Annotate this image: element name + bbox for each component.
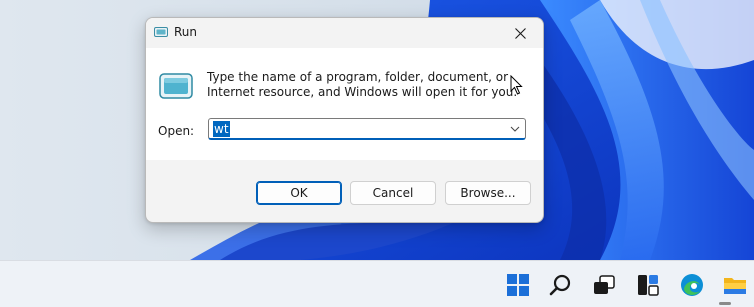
widgets-button[interactable] <box>633 270 663 300</box>
start-button[interactable] <box>503 270 533 300</box>
run-icon <box>159 73 193 99</box>
edge-icon <box>681 274 703 296</box>
dialog-body: Type the name of a program, folder, docu… <box>146 48 543 160</box>
open-label: Open: <box>158 124 195 138</box>
close-button[interactable] <box>497 18 543 48</box>
active-app-indicator <box>719 302 731 305</box>
mouse-pointer-icon <box>510 75 523 95</box>
file-explorer-icon <box>724 278 746 294</box>
start-icon <box>507 274 529 296</box>
widgets-icon <box>638 275 659 296</box>
chevron-down-icon[interactable] <box>509 123 521 135</box>
open-input-value[interactable]: wt <box>213 121 230 137</box>
task-view-icon <box>594 275 615 294</box>
run-dialog: Run Type the name of a program, folder, … <box>145 17 544 223</box>
search-icon <box>549 274 571 296</box>
browse-button[interactable]: Browse... <box>445 181 531 205</box>
dialog-description: Type the name of a program, folder, docu… <box>207 70 518 99</box>
desktop: Run Type the name of a program, folder, … <box>0 0 754 307</box>
file-explorer-button[interactable] <box>720 270 750 300</box>
task-view-button[interactable] <box>589 270 619 300</box>
dialog-button-row: OK Cancel Browse... <box>146 160 543 222</box>
open-combobox[interactable]: wt <box>208 118 526 140</box>
close-icon <box>514 27 526 39</box>
titlebar[interactable]: Run <box>146 18 543 48</box>
run-app-icon <box>154 27 168 37</box>
dialog-title: Run <box>174 25 198 39</box>
cancel-button[interactable]: Cancel <box>350 181 436 205</box>
search-button[interactable] <box>546 270 576 300</box>
ok-button[interactable]: OK <box>256 181 342 205</box>
edge-button[interactable] <box>677 270 707 300</box>
taskbar <box>0 260 754 307</box>
